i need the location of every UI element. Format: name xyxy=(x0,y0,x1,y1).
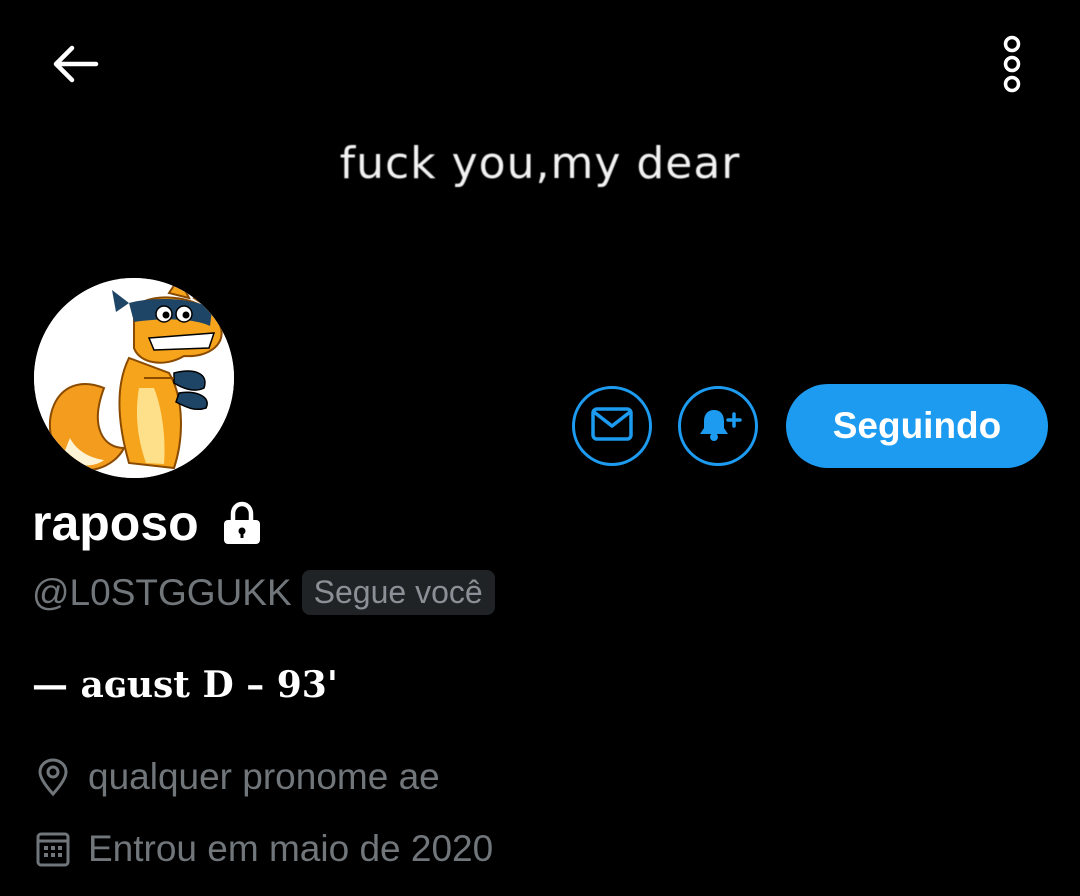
arrow-left-icon xyxy=(50,44,100,89)
fox-cartoon-avatar xyxy=(34,278,234,478)
username-handle: @L0STGGUKK xyxy=(32,571,292,613)
follows-you-badge: Segue você xyxy=(301,570,495,615)
more-vertical-icon xyxy=(1000,34,1024,99)
message-button[interactable] xyxy=(572,386,652,466)
joined-row: Entrou em maio de 2020 xyxy=(34,826,493,872)
following-button[interactable]: Seguindo xyxy=(786,384,1048,468)
handle-row: @L0STGGUKK Segue você xyxy=(32,570,495,615)
envelope-icon xyxy=(590,406,634,447)
notifications-button[interactable] xyxy=(678,386,758,466)
display-name: raposo xyxy=(32,495,199,551)
location-row: qualquer pronome ae xyxy=(34,754,440,800)
bell-plus-icon xyxy=(694,404,742,449)
profile-page: fuck you,my dear Seguindo raposo @L0STGG… xyxy=(0,0,1080,896)
more-options-button[interactable] xyxy=(986,30,1038,102)
profile-bio: — aɢust D – 93' xyxy=(32,664,338,706)
avatar[interactable] xyxy=(34,278,234,478)
name-row: raposo xyxy=(32,494,265,552)
location-text: qualquer pronome ae xyxy=(88,756,440,797)
banner-text: fuck you,my dear xyxy=(339,138,741,189)
calendar-icon xyxy=(34,826,72,872)
lock-icon xyxy=(219,500,265,546)
back-button[interactable] xyxy=(40,36,110,96)
profile-banner: fuck you,my dear xyxy=(0,0,1080,330)
joined-date-text: Entrou em maio de 2020 xyxy=(88,828,494,869)
location-pin-icon xyxy=(34,754,72,800)
